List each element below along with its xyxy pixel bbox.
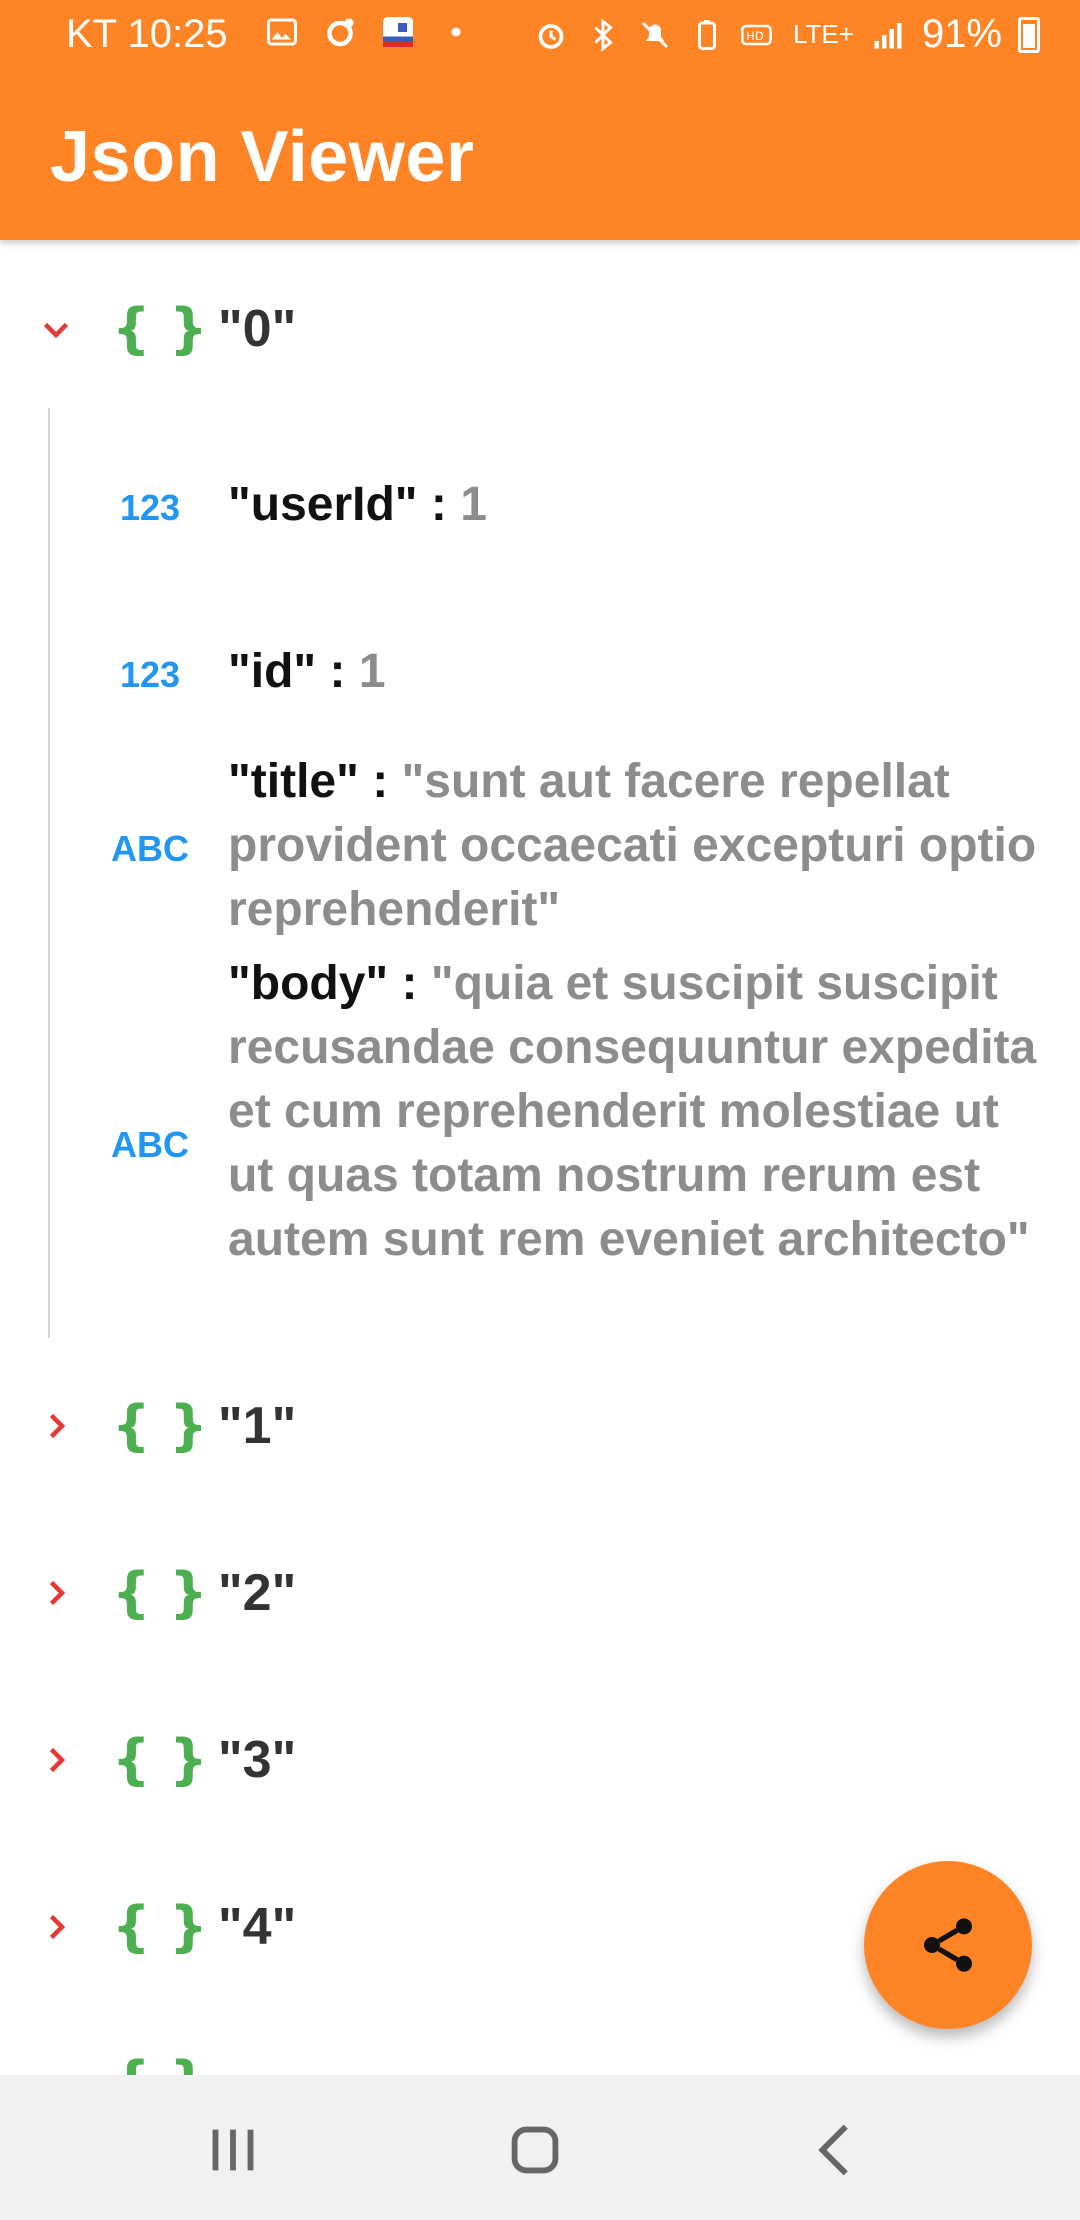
app-bar: KT 10:25 HD LTE+ 91% Json Viewer bbox=[0, 0, 1080, 240]
recent-apps-icon[interactable] bbox=[198, 2115, 268, 2185]
property-text: "userId" : 1 bbox=[228, 473, 1048, 537]
network-type-label: LTE+ bbox=[793, 19, 854, 49]
chevron-right-icon[interactable] bbox=[38, 1909, 74, 1945]
property-separator: : bbox=[358, 755, 402, 808]
home-icon[interactable] bbox=[500, 2115, 570, 2185]
chevron-right-icon[interactable] bbox=[38, 1575, 74, 1611]
number-type-badge: 123 bbox=[119, 654, 181, 695]
status-time: KT 10:25 bbox=[66, 12, 228, 56]
property-userid[interactable]: 123 "userId" : 1 bbox=[0, 465, 1080, 565]
property-key: "title" bbox=[228, 755, 359, 808]
status-bar: KT 10:25 HD LTE+ 91% bbox=[0, 0, 1080, 72]
property-text: "body" : "quia et suscipit suscipit recu… bbox=[228, 952, 1048, 1272]
share-button[interactable] bbox=[864, 1861, 1032, 2029]
property-separator: : bbox=[316, 645, 359, 698]
tree-node-2[interactable]: { } "2" bbox=[0, 1533, 1080, 1653]
property-separator: : bbox=[388, 957, 431, 1010]
property-separator: : bbox=[417, 478, 461, 531]
app-notification-icon bbox=[383, 17, 413, 47]
object-brace-icon: { } bbox=[112, 1394, 208, 1457]
notification-icons bbox=[264, 14, 474, 50]
power-save-icon bbox=[698, 19, 716, 50]
tree-node-partial[interactable]: { } bbox=[0, 2050, 1080, 2075]
tree-node-3[interactable]: { } "3" bbox=[0, 1700, 1080, 1820]
property-key: "id" bbox=[228, 645, 317, 698]
svg-text:HD: HD bbox=[746, 29, 764, 43]
tree-node-0[interactable]: { } "0" bbox=[0, 269, 1080, 389]
json-tree: { } "0" 123 "userId" : 1 123 "id" : 1 AB… bbox=[0, 240, 1080, 2075]
object-brace-icon: { } bbox=[112, 2050, 208, 2075]
hd-voice-icon: HD bbox=[741, 24, 772, 45]
node-key: "3" bbox=[218, 1731, 297, 1789]
system-nav-bar bbox=[0, 2075, 1080, 2220]
string-type-badge: ABC bbox=[111, 828, 189, 869]
node-key: "0" bbox=[218, 300, 297, 358]
node-key: "1" bbox=[218, 1397, 297, 1455]
back-icon[interactable] bbox=[802, 2115, 872, 2185]
number-type-badge: 123 bbox=[119, 487, 181, 528]
signal-icon bbox=[874, 22, 902, 48]
app-title: Json Viewer bbox=[50, 117, 475, 197]
chevron-right-icon[interactable] bbox=[38, 1742, 74, 1778]
property-key: "body" bbox=[228, 957, 389, 1010]
string-type-badge: ABC bbox=[111, 1124, 189, 1165]
mute-icon bbox=[641, 21, 669, 48]
bluetooth-icon bbox=[594, 17, 613, 52]
property-value: 1 bbox=[460, 478, 487, 531]
property-body[interactable]: ABC "body" : "quia et suscipit suscipit … bbox=[0, 952, 1080, 1342]
property-key: "userId" bbox=[228, 478, 418, 531]
property-value: 1 bbox=[358, 645, 386, 698]
system-icons: HD LTE+ 91% bbox=[533, 12, 1040, 57]
object-brace-icon: { } bbox=[112, 1561, 208, 1624]
object-brace-icon: { } bbox=[112, 1728, 208, 1791]
node-key: "4" bbox=[218, 1898, 297, 1956]
gallery-icon bbox=[267, 18, 297, 46]
property-title[interactable]: ABC "title" : "sunt aut facere repellat … bbox=[0, 750, 1080, 950]
property-text: "title" : "sunt aut facere repellat prov… bbox=[228, 750, 1048, 942]
property-text: "id" : 1 bbox=[228, 640, 1048, 704]
object-brace-icon: { } bbox=[112, 1895, 208, 1958]
object-brace-icon: { } bbox=[112, 297, 208, 360]
share-icon bbox=[924, 1918, 972, 1972]
alarm-icon bbox=[538, 23, 564, 49]
chevron-right-icon[interactable] bbox=[38, 1408, 74, 1444]
property-id[interactable]: 123 "id" : 1 bbox=[0, 632, 1080, 732]
battery-icon bbox=[1018, 16, 1040, 53]
battery-percent: 91% bbox=[921, 12, 1002, 56]
node-key: "2" bbox=[218, 1564, 297, 1622]
camera-dot-icon bbox=[327, 18, 354, 47]
tree-node-1[interactable]: { } "1" bbox=[0, 1366, 1080, 1486]
more-notifications-dot-icon bbox=[451, 27, 461, 37]
chevron-down-icon[interactable] bbox=[38, 311, 74, 347]
